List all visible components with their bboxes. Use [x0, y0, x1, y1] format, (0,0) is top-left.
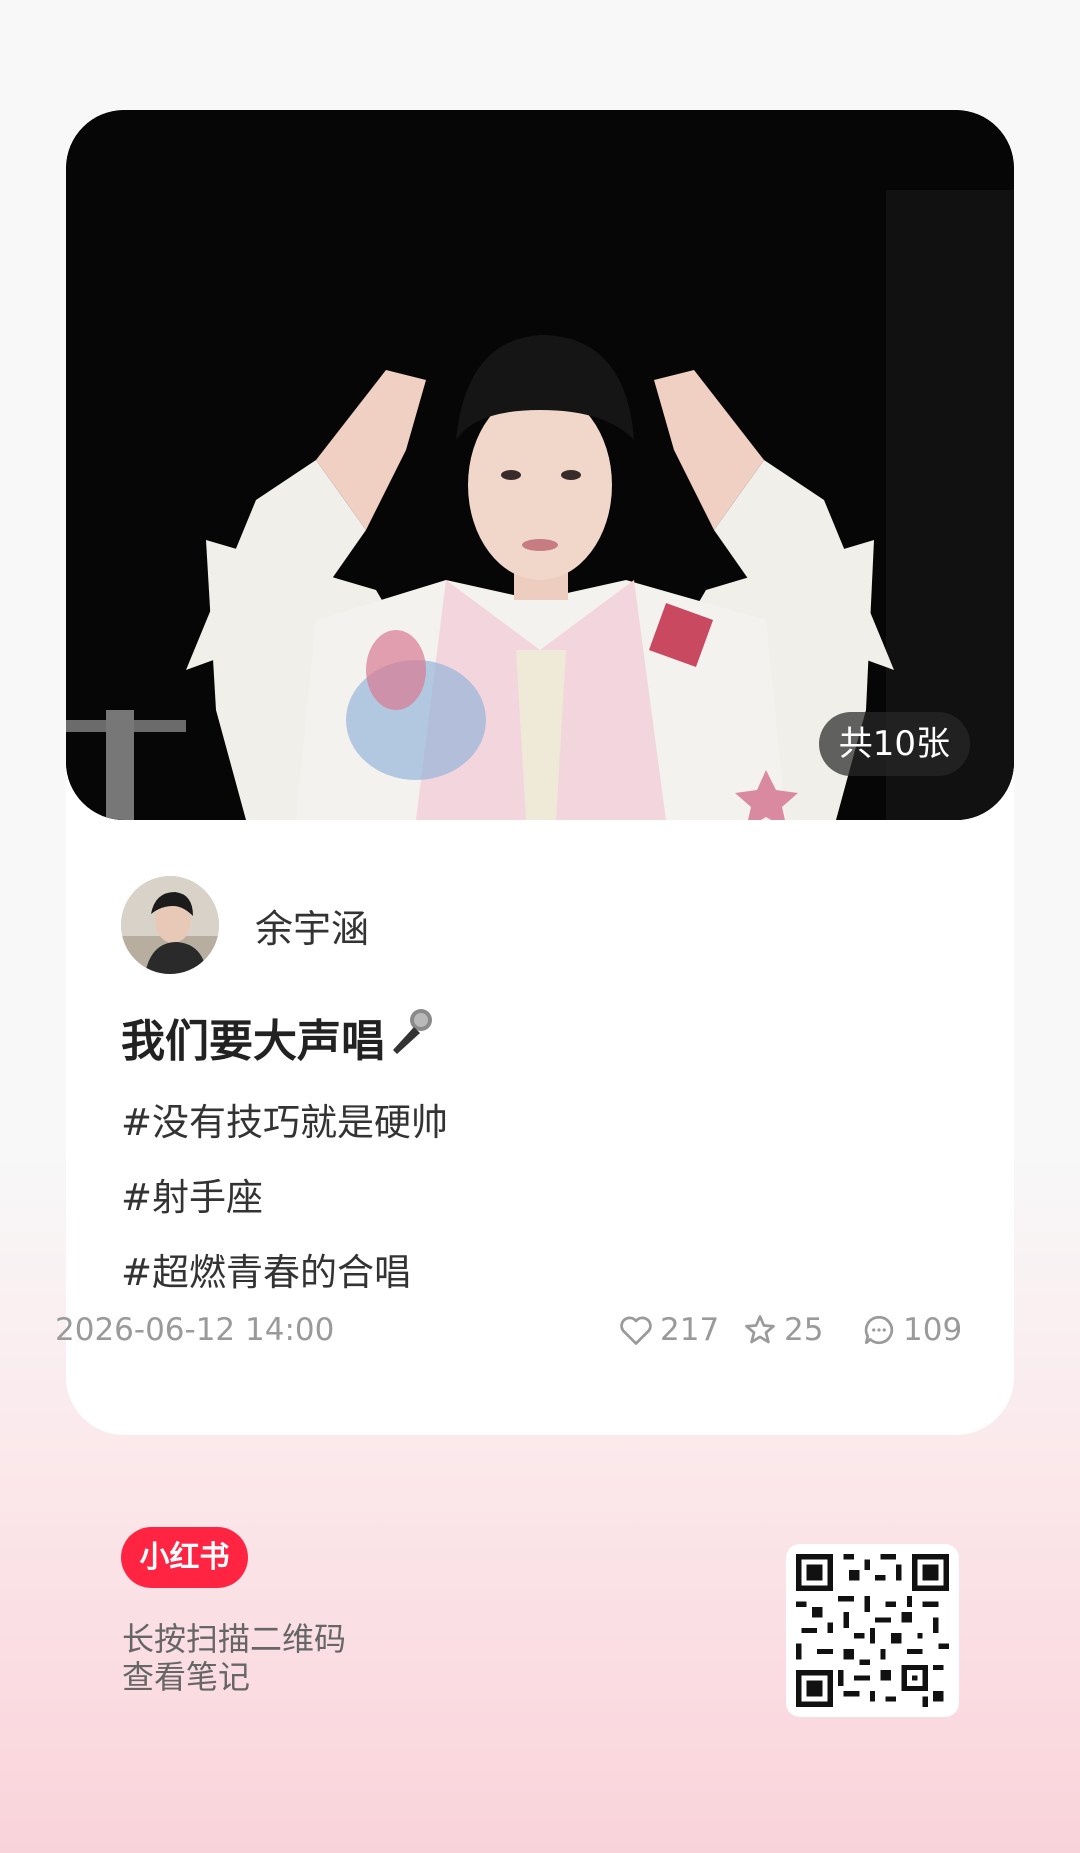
tag-list: #没有技巧就是硬帅 #射手座 #超燃青春的合唱: [121, 1085, 448, 1310]
scan-hint: 长按扫描二维码 查看笔记: [122, 1620, 346, 1696]
cover-photo[interactable]: 共10张: [66, 110, 1014, 820]
favorite-stat[interactable]: 25: [742, 1312, 823, 1348]
note-card[interactable]: 共10张 余宇涵 我们要大声唱 #没有技巧就是硬帅 #射手座 #超燃青春的合唱: [66, 110, 1014, 1435]
avatar-image: [121, 876, 219, 974]
comment-stat[interactable]: 109: [861, 1312, 962, 1348]
note-title-text: 我们要大声唱: [121, 1016, 385, 1067]
favorite-count: 25: [784, 1312, 824, 1348]
note-title: 我们要大声唱: [121, 1005, 437, 1069]
xiaohongshu-logo: 小红书: [121, 1527, 248, 1588]
tag-item[interactable]: #超燃青春的合唱: [121, 1235, 448, 1310]
tag-item[interactable]: #射手座: [121, 1160, 448, 1235]
author-name[interactable]: 余宇涵: [255, 898, 369, 953]
post-date: 2026-06-12 14:00: [55, 1312, 335, 1348]
comment-count: 109: [903, 1312, 963, 1348]
avatar[interactable]: [121, 876, 219, 974]
scan-hint-line1: 长按扫描二维码: [122, 1620, 347, 1658]
microphone-icon: [385, 1006, 437, 1069]
star-icon: [745, 1315, 775, 1344]
like-count: 217: [660, 1312, 720, 1348]
like-stat[interactable]: 217: [618, 1312, 719, 1348]
scan-hint-line2: 查看笔记: [122, 1658, 251, 1696]
qr-code-pattern: [796, 1554, 949, 1707]
qr-code[interactable]: [786, 1544, 959, 1717]
heart-icon: [620, 1316, 652, 1345]
tag-item[interactable]: #没有技巧就是硬帅: [121, 1085, 448, 1160]
image-count-badge: 共10张: [818, 712, 970, 776]
comment-icon: [864, 1315, 894, 1345]
author-info[interactable]: 余宇涵: [121, 876, 369, 974]
